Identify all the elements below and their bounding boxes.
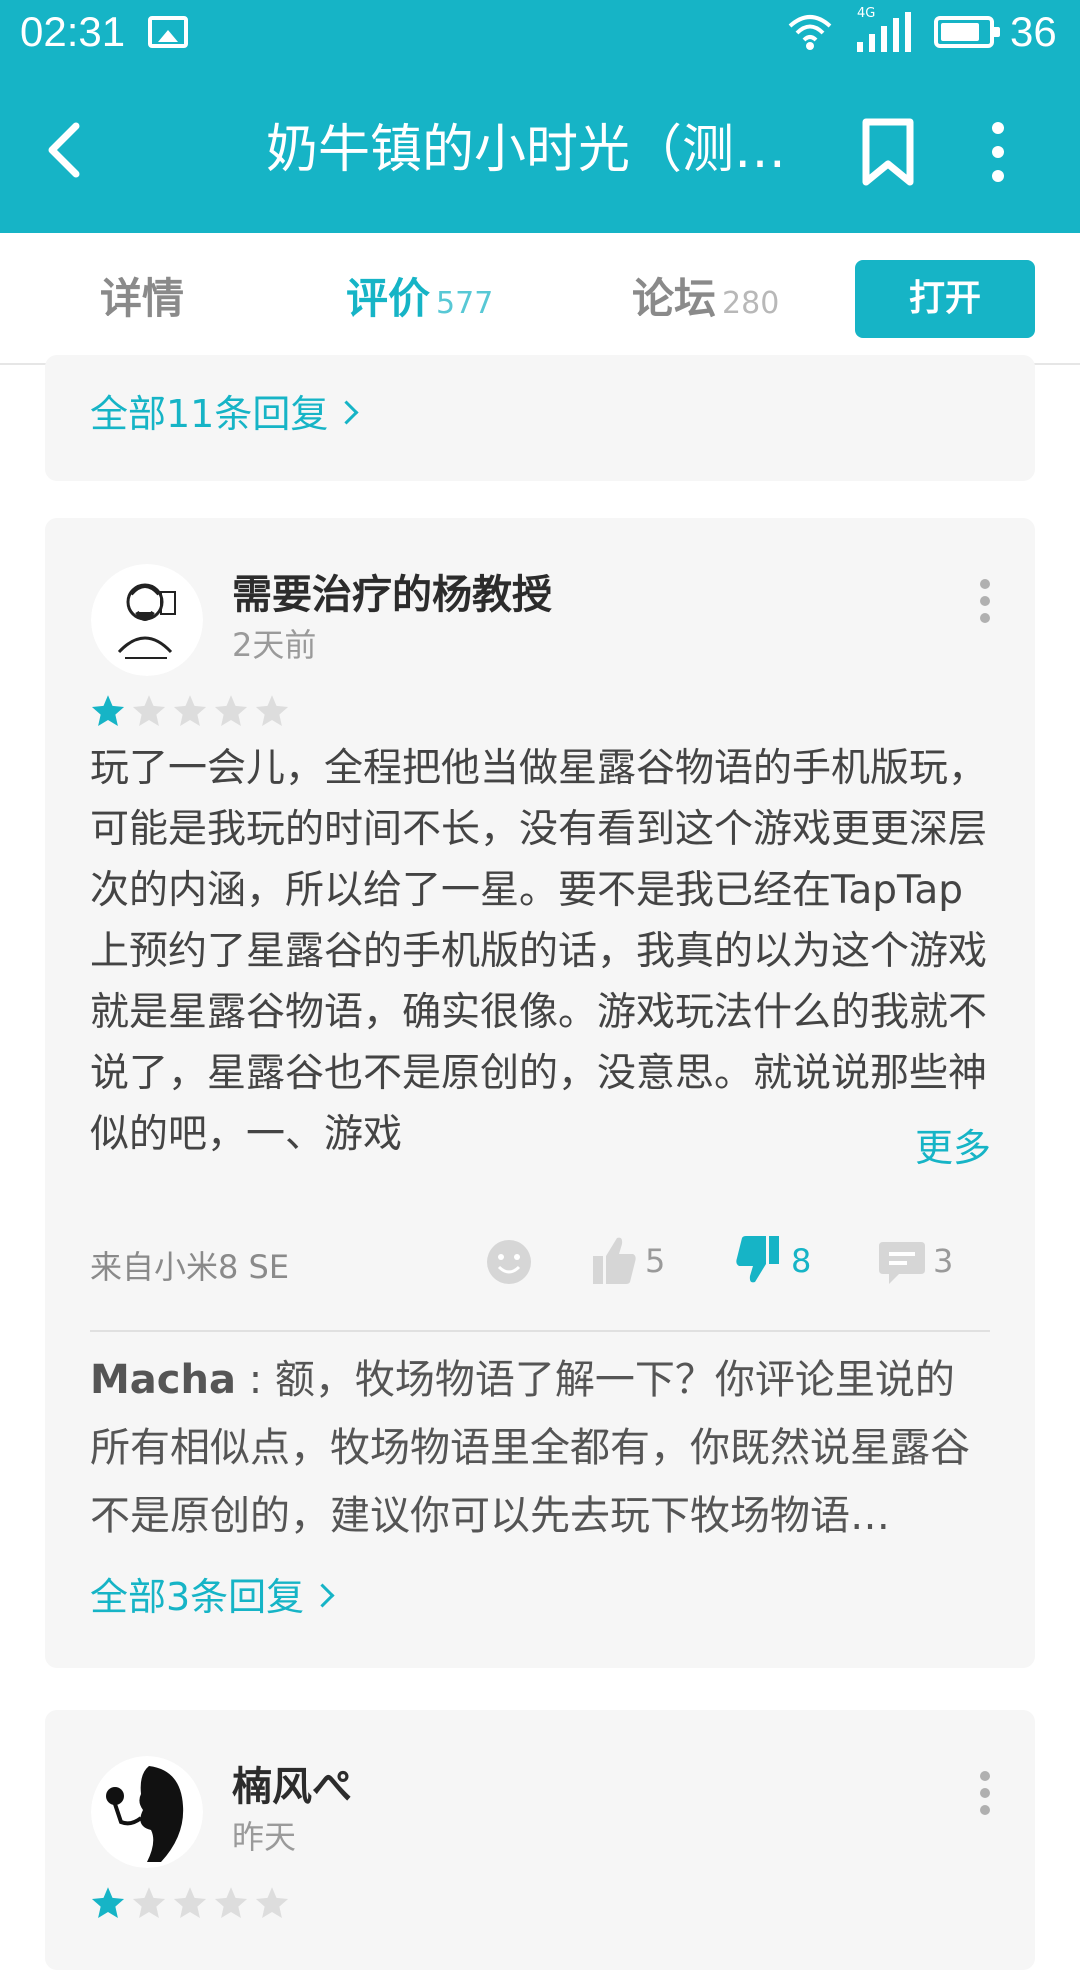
emoji-reaction-icon[interactable] [485, 1236, 533, 1288]
thumbs-down-icon[interactable] [735, 1234, 781, 1286]
star-filled-icon [91, 695, 125, 726]
device-label: 来自小米8 SE [90, 1248, 290, 1286]
star-empty-icon [132, 1887, 166, 1918]
tab-bar: 详情 评价 577 论坛 280 打开 [0, 233, 1080, 365]
review-username[interactable]: 楠风ぺ [232, 1754, 352, 1812]
star-empty-icon [214, 695, 248, 726]
review-card: 需要治疗的杨教授 2天前 玩了一会儿，全程把他当做星露谷物语的手机版玩，可能是我… [45, 518, 1035, 1668]
rating-stars [90, 1885, 290, 1921]
open-button[interactable]: 打开 [855, 260, 1035, 338]
tab-reviews[interactable]: 评价 577 [346, 271, 493, 332]
reviews-list: 全部11条回复 需要治疗的杨教授 2天前 玩了一会儿，全程把他当做星露谷物语的手… [0, 355, 1080, 1970]
view-all-replies-label: 全部11条回复 [90, 392, 329, 436]
star-empty-icon [214, 1887, 248, 1918]
wifi-icon [788, 15, 832, 50]
tab-details-label: 详情 [100, 274, 185, 323]
review-card-previous: 全部11条回复 [45, 355, 1035, 481]
chevron-right-icon [334, 400, 359, 425]
comment-icon[interactable] [879, 1236, 925, 1288]
view-all-replies-link[interactable]: 全部11条回复 [90, 383, 359, 438]
reply-separator: : [235, 1357, 275, 1403]
image-notification-icon [148, 16, 188, 48]
battery-icon [934, 16, 1000, 48]
review-more-link[interactable]: 更多 [835, 1118, 992, 1179]
review-card: 楠风ぺ 昨天 [45, 1710, 1035, 1970]
review-time: 昨天 [232, 1818, 297, 1856]
divider [90, 1330, 990, 1332]
more-options-icon[interactable] [976, 116, 1020, 188]
chevron-right-icon [310, 1583, 335, 1608]
comment-count: 3 [933, 1242, 954, 1280]
star-empty-icon [132, 695, 166, 726]
review-time: 2天前 [232, 626, 317, 664]
star-filled-icon [91, 1887, 125, 1918]
tab-forum-label: 论坛 [632, 274, 717, 323]
status-bar: 02:31 4G 36 [0, 0, 1080, 66]
avatar[interactable] [91, 564, 203, 676]
reply-author: Macha [90, 1357, 236, 1403]
rating-stars [90, 693, 290, 729]
review-more-icon[interactable] [975, 576, 995, 626]
star-empty-icon [173, 695, 207, 726]
review-text[interactable]: 玩了一会儿，全程把他当做星露谷物语的手机版玩，可能是我玩的时间不长，没有看到这个… [90, 738, 1000, 1168]
view-all-replies-link[interactable]: 全部3条回复 [90, 1566, 335, 1621]
star-empty-icon [255, 1887, 289, 1918]
star-empty-icon [173, 1887, 207, 1918]
tab-reviews-label: 评价 [346, 274, 431, 323]
battery-level: 36 [1010, 8, 1057, 55]
like-count: 5 [645, 1242, 666, 1280]
thumbs-up-icon[interactable] [591, 1234, 637, 1286]
tab-details[interactable]: 详情 [100, 271, 184, 327]
status-time: 02:31 [20, 8, 126, 55]
app-header: 02:31 4G 36 奶牛镇的小时光（测… [0, 0, 1080, 233]
top-reply[interactable]: Macha : 额，牧场物语了解一下？你评论里说的所有相似点，牧场物语里全都有，… [90, 1346, 990, 1550]
bookmark-icon[interactable] [858, 116, 918, 188]
page-title: 奶牛镇的小时光（测… [266, 120, 787, 180]
dislike-count: 8 [791, 1242, 812, 1280]
avatar[interactable] [91, 1756, 203, 1868]
signal-icon [857, 12, 911, 52]
tab-reviews-count: 577 [436, 286, 494, 321]
view-all-replies-label: 全部3条回复 [90, 1575, 305, 1619]
review-more-icon[interactable] [975, 1768, 995, 1818]
review-username[interactable]: 需要治疗的杨教授 [232, 562, 552, 620]
tab-forum-count: 280 [722, 286, 780, 321]
tab-forum[interactable]: 论坛 280 [632, 271, 779, 332]
star-empty-icon [255, 695, 289, 726]
back-arrow-icon[interactable] [36, 112, 96, 188]
